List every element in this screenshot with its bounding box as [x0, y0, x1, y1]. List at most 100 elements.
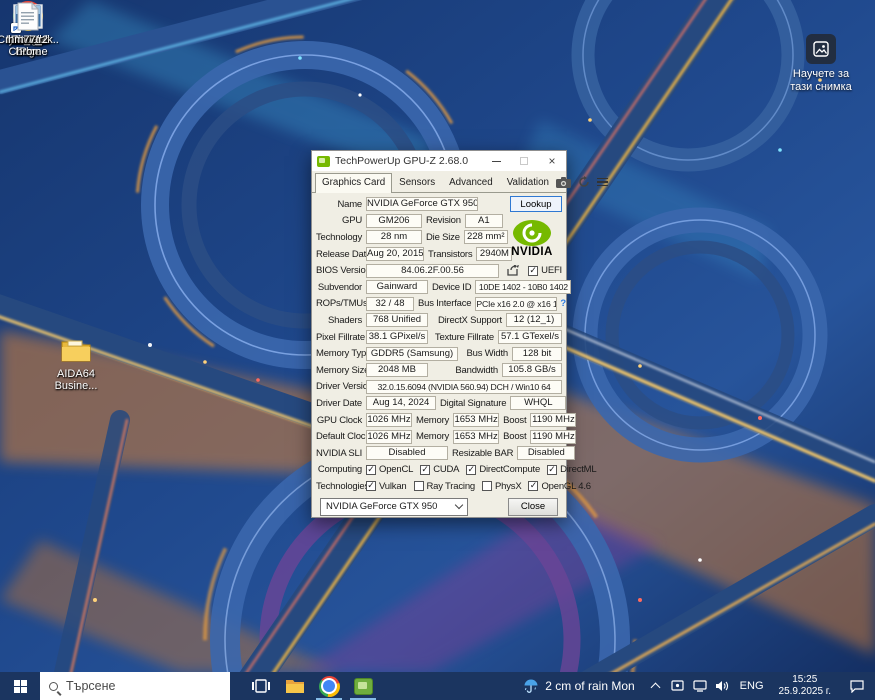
name-value: NVIDIA GeForce GTX 950	[366, 197, 478, 211]
directcompute-checkbox[interactable]: ✓DirectCompute	[466, 464, 540, 475]
field-label: Memory Type	[316, 348, 366, 359]
boost-clock-value: 1190 MHz	[530, 413, 576, 427]
checkbox-label: PhysX	[495, 481, 521, 492]
minimize-button[interactable]	[482, 151, 510, 171]
gpuz-content: Name NVIDIA GeForce GTX 950 Lookup GPU G…	[312, 193, 566, 516]
field-label: Memory	[412, 431, 453, 442]
gpuz-app-icon	[317, 156, 330, 167]
field-label: Digital Signature	[436, 398, 510, 409]
field-label: Default Clock	[316, 431, 366, 442]
directml-checkbox[interactable]: ✓DirectML	[547, 464, 596, 475]
time-text: 15:25	[779, 674, 831, 686]
search-box[interactable]: Търсене	[40, 672, 230, 700]
bus-width-value: 128 bit	[512, 347, 562, 361]
technology-value: 28 nm	[366, 230, 422, 244]
network-button[interactable]	[689, 672, 711, 700]
checkbox-icon	[414, 481, 424, 491]
nvidia-wordmark: NVIDIA	[511, 246, 552, 258]
field-row-driver-version: Driver Version 32.0.15.6094 (NVIDIA 560.…	[316, 379, 562, 396]
tab-strip: Graphics Card Sensors Advanced Validatio…	[312, 171, 566, 193]
spotlight-learn-about[interactable]: Научете затази снимка	[775, 34, 867, 94]
driver-date-value: Aug 14, 2024	[366, 396, 436, 410]
driver-version-value: 32.0.15.6094 (NVIDIA 560.94) DCH / Win10…	[366, 380, 562, 394]
checkbox-icon: ✓	[547, 465, 557, 475]
lookup-button[interactable]: Lookup	[510, 196, 562, 212]
default-clock-value: 1026 MHz	[366, 430, 412, 444]
checkbox-icon: ✓	[366, 465, 376, 475]
picture-icon	[806, 34, 836, 64]
chrome-icon	[319, 676, 340, 697]
clock[interactable]: 15:25 25.9.2025 г.	[771, 674, 839, 698]
titlebar[interactable]: TechPowerUp GPU-Z 2.68.0 ×	[312, 151, 566, 171]
tray-device-button[interactable]	[667, 672, 689, 700]
desktop-icon-label: AIDA64 Busine...	[48, 368, 104, 392]
opengl-checkbox[interactable]: ✓OpenGL 4.6	[528, 481, 590, 492]
physx-checkbox[interactable]: PhysX	[482, 481, 521, 492]
field-label: Bus Interface	[414, 298, 475, 309]
desktop-icon-hm77-2[interactable]: hm77_2	[0, 0, 56, 46]
nvidia-logo: NVIDIA	[501, 214, 563, 263]
close-dialog-button[interactable]: Close	[508, 498, 558, 516]
screenshot-camera-icon[interactable]	[556, 177, 571, 188]
resizable-bar-value: Disabled	[517, 446, 575, 460]
uefi-checkbox[interactable]: ✓ UEFI	[528, 265, 562, 276]
field-label: Revision	[422, 215, 465, 226]
field-row-sli: NVIDIA SLI Disabled Resizable BAR Disabl…	[316, 445, 562, 462]
maximize-icon	[520, 157, 528, 165]
field-label: Texture Fillrate	[431, 332, 498, 343]
tab-sensors[interactable]: Sensors	[392, 173, 442, 192]
opencl-checkbox[interactable]: ✓OpenCL	[366, 464, 413, 475]
close-icon: ×	[548, 155, 555, 167]
spotlight-label: Научете затази снимка	[790, 68, 852, 94]
weather-widget[interactable]: 2 cm of rain Mon	[513, 672, 644, 700]
file-explorer-icon	[285, 678, 305, 694]
release-date-value: Aug 20, 2015	[366, 247, 424, 261]
speaker-icon	[715, 680, 729, 692]
volume-button[interactable]	[711, 672, 733, 700]
tray-expand-button[interactable]	[645, 672, 667, 700]
device-icon	[671, 680, 684, 692]
share-bios-icon[interactable]	[507, 265, 520, 276]
field-label: Release Date	[316, 249, 366, 260]
vulkan-checkbox[interactable]: ✓Vulkan	[366, 481, 407, 492]
field-row-driver-date: Driver Date Aug 14, 2024 Digital Signatu…	[316, 395, 562, 412]
cuda-checkbox[interactable]: ✓CUDA	[420, 464, 459, 475]
field-row-name: Name NVIDIA GeForce GTX 950 Lookup	[316, 196, 562, 213]
tab-advanced[interactable]: Advanced	[442, 173, 500, 192]
gpuz-taskbar-button[interactable]	[346, 672, 380, 700]
directx-value: 12 (12_1)	[506, 313, 562, 327]
checkbox-label: CUDA	[433, 464, 459, 475]
checkbox-icon: ✓	[528, 481, 538, 491]
field-row-technologies: Technologies ✓Vulkan Ray Tracing PhysX ✓…	[316, 478, 562, 495]
field-label: GPU	[316, 215, 366, 226]
ray-tracing-checkbox[interactable]: Ray Tracing	[414, 481, 476, 492]
file-explorer-button[interactable]	[278, 672, 312, 700]
desktop-icon-label: hm77_2	[8, 34, 48, 46]
tab-validation[interactable]: Validation	[500, 173, 556, 192]
field-label: Subvendor	[316, 282, 366, 293]
language-indicator[interactable]: ENG	[733, 680, 771, 692]
tab-graphics-card[interactable]: Graphics Card	[315, 173, 392, 193]
field-label: Memory Size	[316, 365, 366, 376]
task-view-button[interactable]	[244, 672, 278, 700]
desktop-icon-aida64[interactable]: AIDA64 Busine...	[48, 334, 104, 392]
menu-icon[interactable]	[597, 178, 608, 187]
maximize-button[interactable]	[510, 151, 538, 171]
refresh-icon[interactable]	[578, 176, 590, 188]
action-center-button[interactable]	[839, 672, 875, 700]
gpu-select-dropdown[interactable]: NVIDIA GeForce GTX 950	[320, 498, 468, 516]
close-button[interactable]: ×	[538, 151, 566, 171]
field-label: Bus Width	[463, 348, 513, 359]
device-id-value: 10DE 1402 - 10B0 1402	[475, 280, 571, 294]
start-button[interactable]	[0, 672, 40, 700]
field-row-release-date: Release Date Aug 20, 2015 Transistors 29…	[316, 246, 495, 263]
field-label: BIOS Version	[316, 265, 366, 276]
windows-logo-icon	[14, 680, 27, 693]
chrome-taskbar-button[interactable]	[312, 672, 346, 700]
checkbox-label: DirectML	[560, 464, 596, 475]
selected-gpu: NVIDIA GeForce GTX 950	[326, 501, 456, 512]
gpuz-window: TechPowerUp GPU-Z 2.68.0 × Graphics Card…	[311, 150, 567, 518]
field-label: Technologies	[316, 481, 366, 492]
help-icon[interactable]: ?	[560, 298, 566, 309]
default-boost-clock-value: 1190 MHz	[530, 430, 576, 444]
